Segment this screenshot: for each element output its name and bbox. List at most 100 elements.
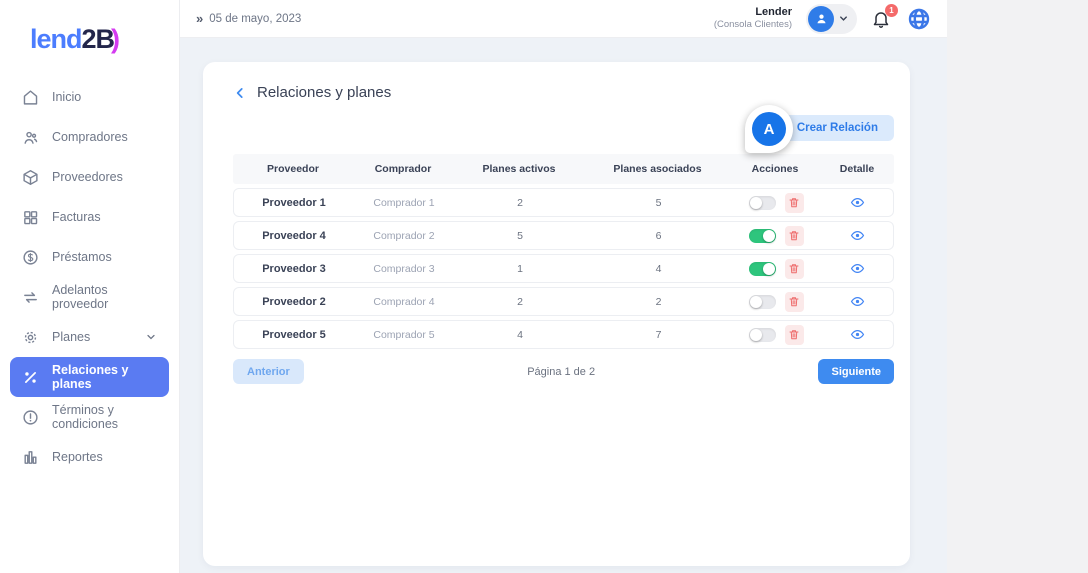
previous-page-button[interactable]: Anterior: [233, 359, 304, 384]
estado-toggle[interactable]: [749, 196, 776, 210]
relations-table: Proveedor Comprador Planes activos Plane…: [233, 154, 894, 349]
planes-activos-cell: 5: [454, 230, 586, 242]
grid-icon: [22, 209, 39, 226]
sidebar-item-facturas[interactable]: Facturas: [10, 197, 169, 237]
sidebar-item-prestamos[interactable]: Préstamos: [10, 237, 169, 277]
column-header-detalle: Detalle: [820, 163, 894, 175]
table-row: Proveedor 5 Comprador 5 4 7: [233, 320, 894, 349]
page-header: Relaciones y planes: [233, 84, 894, 101]
acciones-cell: [731, 292, 821, 312]
notifications-button[interactable]: 1: [871, 7, 893, 31]
toggle-knob: [750, 329, 762, 341]
view-detail-button[interactable]: [850, 261, 865, 276]
sidebar-item-terminos[interactable]: Términos y condiciones: [10, 397, 169, 437]
sidebar-collapse-icon[interactable]: »: [196, 11, 201, 26]
page-status: Página 1 de 2: [304, 366, 819, 378]
proveedor-cell: Proveedor 5: [234, 329, 354, 341]
table-body: Proveedor 1 Comprador 1 2 5 Proveedor 4 …: [233, 188, 894, 349]
buyers-icon: [22, 129, 39, 146]
logo-tail-glyph: ): [111, 24, 119, 54]
info-circle-icon: [22, 409, 39, 426]
toolbar: Crear Relación: [233, 115, 894, 141]
planes-activos-cell: 1: [454, 263, 586, 275]
planes-activos-cell: 2: [454, 296, 586, 308]
eye-icon: [850, 294, 865, 309]
sidebar-item-label: Relaciones y planes: [52, 363, 157, 391]
estado-toggle[interactable]: [749, 328, 776, 342]
comprador-cell: Comprador 1: [354, 197, 454, 209]
view-detail-button[interactable]: [850, 228, 865, 243]
topbar-left: » 05 de mayo, 2023: [196, 11, 301, 26]
sidebar-item-compradores[interactable]: Compradores: [10, 117, 169, 157]
sidebar-item-inicio[interactable]: Inicio: [10, 77, 169, 117]
trash-icon: [788, 328, 800, 341]
trash-icon: [788, 229, 800, 242]
next-page-button[interactable]: Siguiente: [818, 359, 894, 384]
toggle-knob: [750, 197, 762, 209]
column-header-planes-activos: Planes activos: [453, 163, 585, 175]
estado-toggle[interactable]: [749, 262, 776, 276]
delete-button[interactable]: [785, 226, 804, 246]
estado-toggle[interactable]: [749, 229, 776, 243]
sidebar-item-label: Compradores: [52, 130, 128, 144]
trash-icon: [788, 295, 800, 308]
sidebar-item-relaciones-y-planes[interactable]: Relaciones y planes: [10, 357, 169, 397]
delete-button[interactable]: [785, 292, 804, 312]
sidebar-item-label: Adelantos proveedor: [52, 283, 157, 311]
toggle-knob: [763, 263, 775, 275]
language-button[interactable]: [907, 7, 931, 31]
acciones-cell: [731, 325, 821, 345]
arrows-exchange-icon: [22, 289, 39, 306]
bar-chart-icon: [22, 449, 39, 466]
comprador-cell: Comprador 4: [354, 296, 454, 308]
outside-window-area: [947, 0, 1088, 573]
proveedor-cell: Proveedor 1: [234, 197, 354, 209]
delete-button[interactable]: [785, 259, 804, 279]
create-relation-label: Crear Relación: [797, 122, 878, 134]
eye-icon: [850, 228, 865, 243]
toggle-knob: [763, 230, 775, 242]
back-button[interactable]: [233, 86, 247, 100]
user-name: Lender: [714, 6, 792, 20]
page-title: Relaciones y planes: [257, 84, 391, 101]
comprador-cell: Comprador 3: [354, 263, 454, 275]
detalle-cell: [821, 294, 893, 309]
topbar-right: Lender (Consola Clientes) 1: [714, 4, 931, 34]
detalle-cell: [821, 327, 893, 342]
delete-button[interactable]: [785, 325, 804, 345]
sidebar-item-planes[interactable]: Planes: [10, 317, 169, 357]
column-header-proveedor: Proveedor: [233, 163, 353, 175]
annotation-marker-a: A: [745, 105, 793, 153]
sidebar-item-proveedores[interactable]: Proveedores: [10, 157, 169, 197]
chevron-down-icon: [145, 331, 157, 343]
notification-badge: 1: [885, 4, 898, 17]
trash-icon: [788, 196, 800, 209]
proveedor-cell: Proveedor 3: [234, 263, 354, 275]
toggle-knob: [750, 296, 762, 308]
sidebar-item-reportes[interactable]: Reportes: [10, 437, 169, 477]
eye-icon: [850, 327, 865, 342]
avatar: [808, 6, 834, 32]
table-row: Proveedor 2 Comprador 4 2 2: [233, 287, 894, 316]
detalle-cell: [821, 261, 893, 276]
acciones-cell: [731, 259, 821, 279]
trash-icon: [788, 262, 800, 275]
sidebar-item-adelantos[interactable]: Adelantos proveedor: [10, 277, 169, 317]
sidebar-item-label: Proveedores: [52, 170, 123, 184]
user-menu-button[interactable]: [806, 4, 857, 34]
table-header: Proveedor Comprador Planes activos Plane…: [233, 154, 894, 184]
eye-icon: [850, 261, 865, 276]
sidebar-item-label: Préstamos: [52, 250, 112, 264]
delete-button[interactable]: [785, 193, 804, 213]
table-row: Proveedor 3 Comprador 3 1 4: [233, 254, 894, 283]
percent-icon: [22, 369, 39, 386]
view-detail-button[interactable]: [850, 294, 865, 309]
dollar-circle-icon: [22, 249, 39, 266]
logo-text-lend: lend: [30, 24, 82, 54]
planes-activos-cell: 4: [454, 329, 586, 341]
view-detail-button[interactable]: [850, 327, 865, 342]
chevron-left-icon: [233, 86, 247, 100]
view-detail-button[interactable]: [850, 195, 865, 210]
estado-toggle[interactable]: [749, 295, 776, 309]
column-header-acciones: Acciones: [730, 163, 820, 175]
